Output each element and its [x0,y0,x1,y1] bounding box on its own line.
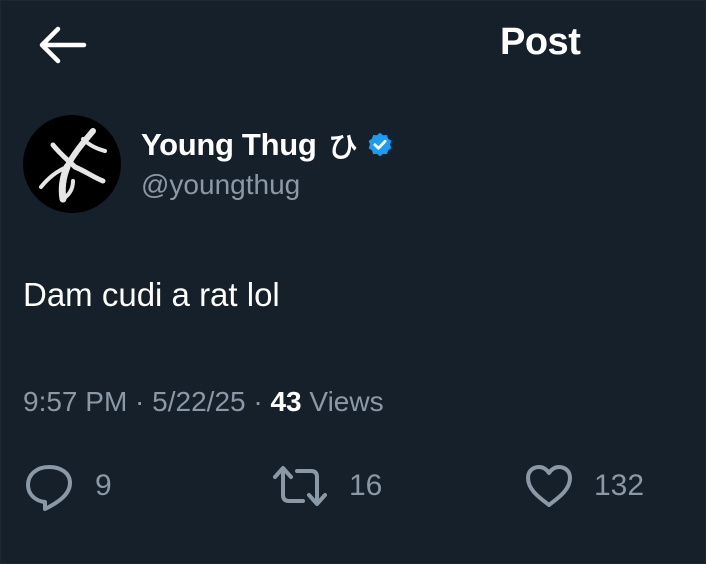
avatar[interactable] [23,115,121,213]
repost-icon [273,466,327,506]
arrow-left-icon [39,26,87,64]
post-date[interactable]: 5/22/25 [152,386,245,417]
verified-badge-icon [368,132,391,157]
author-handle[interactable]: @youngthug [141,169,300,201]
like-button[interactable]: 132 [524,461,644,511]
author-display-name[interactable]: Young Thug [141,127,317,163]
post-detail-screen: Post Young Thug ひ @youngthug Dam cudi a … [0,0,706,564]
page-title: Post [500,21,581,63]
meta-separator: · [245,386,271,417]
meta-separator: · [127,386,153,417]
repost-button[interactable]: 16 [271,461,382,511]
post-meta: 9:57 PM · 5/22/25 · 43 Views [23,386,384,418]
reply-count: 9 [95,469,112,502]
author-name-row[interactable]: Young Thug ひ [141,125,394,165]
repost-count: 16 [349,469,383,502]
avatar-logo-icon [39,128,107,203]
like-count: 132 [594,469,645,502]
post-text: Dam cudi a rat lol [23,276,280,313]
heart-icon [526,465,572,507]
reply-button[interactable]: 9 [23,461,112,511]
views-count: 43 [270,386,302,417]
reply-icon [26,465,72,511]
top-bar: Post [1,1,705,89]
author-name-emoji: ひ [328,130,358,164]
post-time[interactable]: 9:57 PM [23,386,127,417]
views-label: Views [301,386,384,417]
back-button[interactable] [34,23,90,67]
